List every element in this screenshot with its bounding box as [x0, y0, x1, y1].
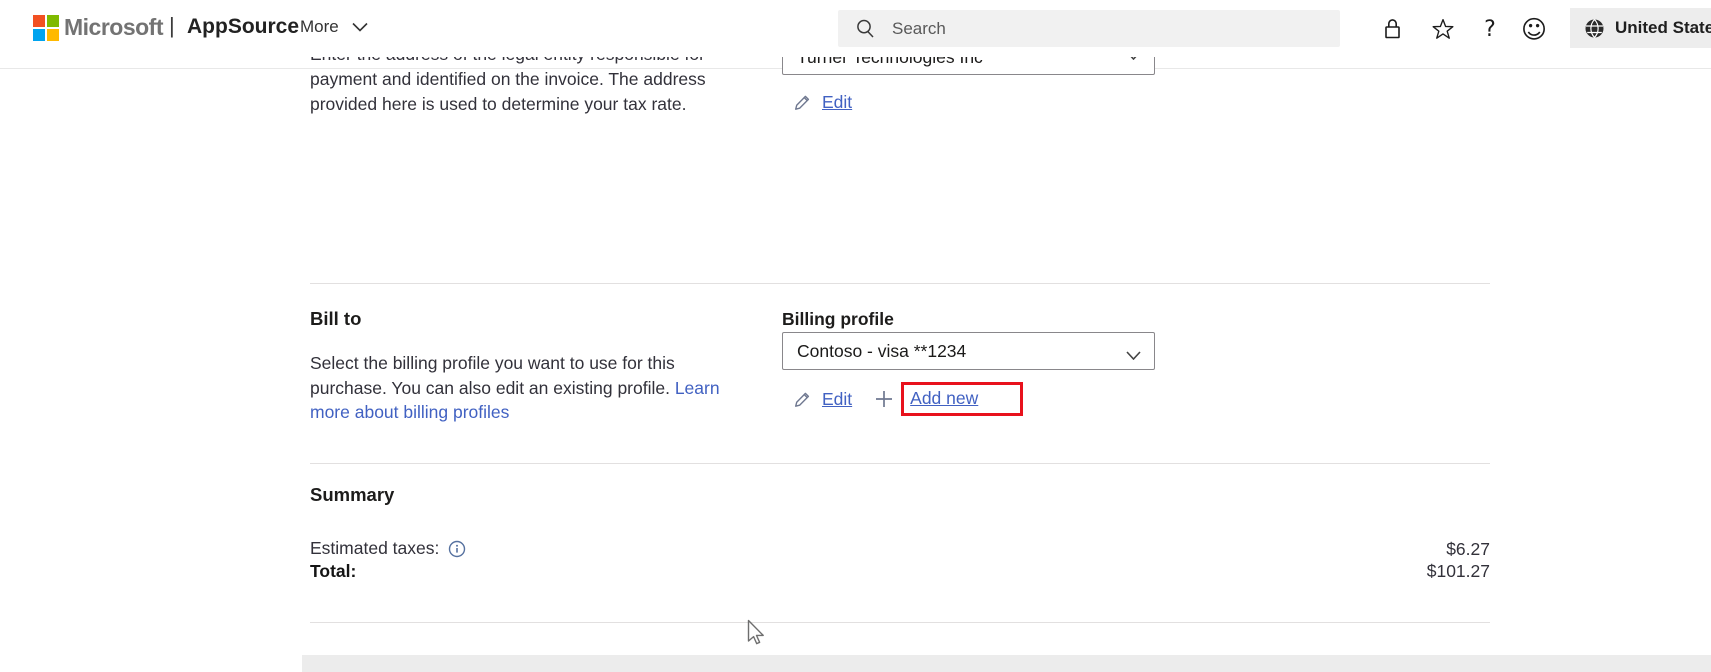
- estimated-taxes-label: Estimated taxes:: [310, 538, 440, 558]
- total-label: Total:: [310, 561, 357, 581]
- microsoft-logo[interactable]: [33, 15, 59, 41]
- feedback-smiley-icon[interactable]: ☺: [1521, 15, 1547, 44]
- info-icon[interactable]: [448, 540, 466, 558]
- brand-separator: |: [169, 13, 175, 38]
- more-label: More: [300, 17, 339, 36]
- sold-to-edit-label: Edit: [822, 91, 853, 112]
- top-nav: Microsoft | AppSource More Search ? ☺ Un…: [0, 0, 1711, 57]
- estimated-taxes-row: Estimated taxes:: [310, 538, 466, 559]
- billing-edit-label: Edit: [822, 388, 853, 409]
- globe-icon: [1584, 18, 1605, 39]
- chevron-down-icon: [1126, 347, 1141, 365]
- bill-to-description: Select the billing profile you want to u…: [310, 353, 720, 422]
- billing-profile-select[interactable]: Contoso - visa **1234: [782, 332, 1155, 370]
- pencil-icon: [793, 93, 812, 112]
- bill-to-heading: Bill to: [310, 308, 362, 329]
- estimated-taxes-value: $6.27: [1446, 539, 1490, 559]
- search-bar[interactable]: [838, 10, 1340, 47]
- search-icon: [855, 18, 876, 39]
- section-divider: [310, 463, 1490, 464]
- microsoft-wordmark[interactable]: Microsoft: [64, 14, 164, 41]
- appsource-wordmark[interactable]: AppSource: [187, 15, 299, 39]
- learn-more-link[interactable]: more about billing profiles: [310, 402, 509, 422]
- pencil-icon: [793, 390, 812, 409]
- learn-more-link[interactable]: Learn: [675, 378, 720, 398]
- next-section-edge: [302, 655, 1711, 672]
- add-new-button[interactable]: Add new: [910, 388, 978, 409]
- region-label: United States: [1615, 18, 1711, 37]
- billing-profile-label: Billing profile: [782, 309, 894, 329]
- favorites-star-icon[interactable]: [1430, 15, 1456, 43]
- chevron-down-icon: [352, 22, 368, 32]
- sold-to-edit-button[interactable]: Edit: [793, 92, 852, 113]
- billing-edit-button[interactable]: Edit: [793, 389, 852, 410]
- total-value: $101.27: [1426, 561, 1490, 581]
- billing-profile-actions: Edit Add new: [793, 382, 1024, 416]
- appsource-checkout-screen: Enter the address of the legal entity re…: [0, 0, 1711, 672]
- add-plus-icon[interactable]: [874, 389, 894, 409]
- sold-to-actions: Edit: [793, 90, 852, 114]
- section-divider: [310, 283, 1490, 284]
- tutorial-highlight-box: Add new: [901, 382, 1024, 416]
- more-menu-button[interactable]: More: [300, 17, 368, 37]
- lock-icon[interactable]: [1379, 15, 1405, 43]
- summary-heading: Summary: [310, 484, 395, 505]
- mouse-cursor: [747, 619, 765, 651]
- region-selector[interactable]: United States: [1570, 8, 1711, 48]
- help-icon[interactable]: ?: [1477, 15, 1503, 43]
- section-divider: [310, 622, 1490, 623]
- billing-profile-value: Contoso - visa **1234: [797, 341, 967, 361]
- search-input[interactable]: [892, 18, 1312, 39]
